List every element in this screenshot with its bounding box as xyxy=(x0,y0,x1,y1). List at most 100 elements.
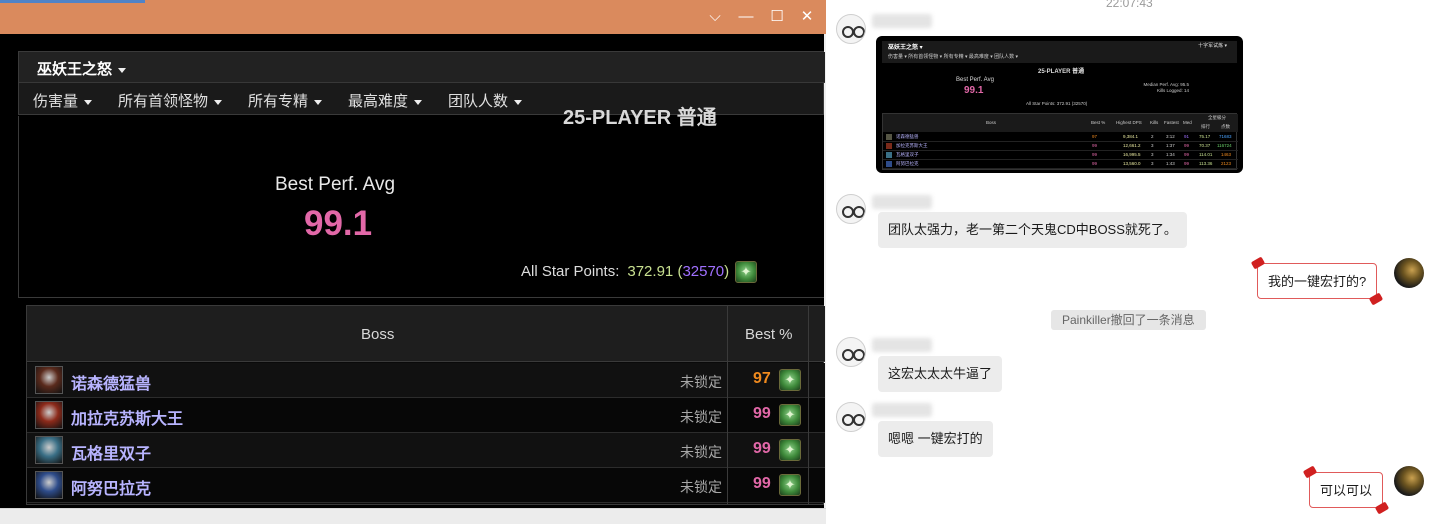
table-row[interactable]: 加拉克苏斯大王 未锁定 99 xyxy=(27,398,825,433)
mini-boss-name: 加拉克苏斯大王 xyxy=(896,143,928,148)
best-percent: 99 xyxy=(753,475,771,492)
column-divider xyxy=(727,306,728,505)
mini-boss-name: 瓦格里双子 xyxy=(896,152,919,157)
close-icon[interactable]: ✕ xyxy=(798,8,816,26)
mini-fastest: 3:12 xyxy=(1166,134,1175,139)
mini-bpa-value: 99.1 xyxy=(964,85,984,96)
table-row[interactable]: 瓦格里双子 未锁定 99 xyxy=(27,433,825,468)
chat-message[interactable]: 团队太强力，老一第二个天鬼CD中BOSS就死了。 xyxy=(878,212,1187,248)
boss-name-link[interactable]: 瓦格里双子 xyxy=(71,440,151,464)
lock-status: 未锁定 xyxy=(680,374,722,390)
mini-kills: 3 xyxy=(1151,143,1154,148)
mini-boss-name: 诺森德猛兽 xyxy=(896,134,919,139)
mini-kills: 3 xyxy=(1151,152,1154,157)
best-percent: 97 xyxy=(753,370,771,387)
chat-message-self[interactable]: 可以可以 xyxy=(1309,472,1384,508)
mini-fastest: 1:43 xyxy=(1166,161,1175,166)
mini-boss-name: 阿努巴拉克 xyxy=(896,161,919,166)
best-perf-avg-label: Best Perf. Avg xyxy=(275,174,396,195)
filter-spec-dropdown[interactable]: 所有专精 xyxy=(248,90,323,111)
zone-label: 巫妖王之怒 xyxy=(37,61,113,78)
filter-boss-dropdown[interactable]: 所有首领怪物 xyxy=(118,90,223,111)
maximize-icon[interactable]: ☐ xyxy=(768,8,786,26)
chat-message[interactable]: 嗯嗯 一键宏打的 xyxy=(878,421,993,457)
boss-name-link[interactable]: 诺森德猛兽 xyxy=(71,370,151,394)
lock-status: 未锁定 xyxy=(680,479,722,495)
mini-best: 99 xyxy=(1092,161,1098,166)
boss-name-link[interactable]: 阿努巴拉克 xyxy=(71,475,151,499)
filter-metric-dropdown[interactable]: 伤害量 xyxy=(33,90,93,111)
mini-h-fastest: Fastest xyxy=(1164,120,1179,125)
filter-difficulty-dropdown[interactable]: 最高难度 xyxy=(348,90,423,111)
table-row[interactable]: 诺森德猛兽 未锁定 97 xyxy=(27,363,825,398)
chat-timestamp: 22:07:43 xyxy=(1106,0,1153,10)
sender-name-blurred xyxy=(872,403,932,417)
rank-icon[interactable] xyxy=(779,474,801,496)
mini-row: 加拉克苏斯大王 99 12,661.2 3 1:37 99 70.37 1167… xyxy=(883,142,1238,151)
mini-h-dps: Highest DPS xyxy=(1116,120,1142,125)
chat-message[interactable]: 这宏太太太牛逼了 xyxy=(878,356,1003,392)
mini-rank: 75.17 xyxy=(1199,134,1211,139)
mini-pts: 2123 xyxy=(1221,161,1232,166)
mini-fastest: 1:34 xyxy=(1166,152,1175,157)
mini-median: Median Perf. Avg: 95.5 Kills Logged: 14 xyxy=(1129,82,1189,94)
best-perf-avg-value: 99.1 xyxy=(304,204,373,243)
shared-screenshot-image[interactable]: 巫妖王之怒 ▾ 十字军试炼 ▾ 伤害量 ▾ 所有首领怪物 ▾ 所有专精 ▾ 最高… xyxy=(876,36,1243,173)
best-percent: 99 xyxy=(753,405,771,422)
sender-avatar[interactable] xyxy=(836,194,866,224)
paren-close: ) xyxy=(724,263,730,280)
mini-boss-icon xyxy=(886,134,892,140)
mini-med: 99 xyxy=(1184,161,1190,166)
column-header-boss[interactable]: Boss xyxy=(361,326,394,343)
sender-avatar[interactable] xyxy=(836,14,866,44)
self-avatar[interactable] xyxy=(1394,258,1424,288)
chevron-down-icon xyxy=(414,99,423,105)
mini-med: 99 xyxy=(1184,152,1190,157)
self-avatar[interactable] xyxy=(1394,466,1424,496)
mini-bpa-label: Best Perf. Avg xyxy=(956,77,994,83)
all-star-icon[interactable] xyxy=(735,261,757,283)
mini-rank: 114.01 xyxy=(1199,152,1213,157)
sender-name-blurred xyxy=(872,195,932,209)
sender-avatar[interactable] xyxy=(836,337,866,367)
mini-pts: 1463 xyxy=(1221,152,1232,157)
mini-dps: 9,384.1 xyxy=(1123,134,1139,139)
mini-boss-icon xyxy=(886,152,892,158)
boss-portrait-icon xyxy=(35,401,63,429)
chevron-down-icon xyxy=(514,99,523,105)
all-star-label: All Star Points: xyxy=(521,263,620,280)
mini-best: 97 xyxy=(1092,134,1098,139)
minimize-icon[interactable]: ⌵ xyxy=(706,8,724,26)
mini-boss-icon xyxy=(886,143,892,149)
table-row[interactable]: 阿努巴拉克 未锁定 99 xyxy=(27,468,825,503)
column-header-best[interactable]: Best % xyxy=(745,326,793,343)
boss-portrait-icon xyxy=(35,436,63,464)
recall-notice: Painkiller撤回了一条消息 xyxy=(1051,310,1206,330)
mini-filters: 伤害量 ▾ 所有首领怪物 ▾ 所有专精 ▾ 最高难度 ▾ 团队人数 ▾ xyxy=(888,54,1019,60)
restore-icon[interactable]: — xyxy=(737,8,755,26)
mini-h-pts: 点数 xyxy=(1221,124,1230,129)
mini-zone: 巫妖王之怒 ▾ xyxy=(888,45,923,51)
mini-table: Boss Best % Highest DPS Kills Fastest Me… xyxy=(882,113,1238,170)
filter-raid-size-dropdown[interactable]: 团队人数 xyxy=(448,90,523,111)
chevron-down-icon xyxy=(314,99,323,105)
mini-h-boss: Boss xyxy=(986,120,997,125)
mini-corner: 十字军试炼 ▾ xyxy=(1198,43,1227,49)
all-star-points: All Star Points: 372.91 (32570) xyxy=(521,263,729,280)
filter-label: 所有首领怪物 xyxy=(118,93,209,110)
mini-med: 99 xyxy=(1184,143,1190,148)
lock-status: 未锁定 xyxy=(680,444,722,460)
filter-label: 伤害量 xyxy=(33,93,79,110)
table-body: 诺森德猛兽 未锁定 97 加拉克苏斯大王 未锁定 99 瓦格里双子 未锁定 99 xyxy=(27,363,825,505)
sender-avatar[interactable] xyxy=(836,402,866,432)
zone-dropdown[interactable]: 巫妖王之怒 xyxy=(19,52,825,83)
rank-icon[interactable] xyxy=(779,439,801,461)
window-titlebar: ⌵ — ☐ ✕ xyxy=(0,0,826,34)
lock-status: 未锁定 xyxy=(680,409,722,425)
mini-difficulty: 25-PLAYER 普通 xyxy=(1038,69,1085,75)
all-star-rank: 32570 xyxy=(682,263,725,280)
boss-name-link[interactable]: 加拉克苏斯大王 xyxy=(71,405,183,429)
chat-message-self[interactable]: 我的一键宏打的? xyxy=(1257,263,1378,299)
rank-icon[interactable] xyxy=(779,369,801,391)
rank-icon[interactable] xyxy=(779,404,801,426)
